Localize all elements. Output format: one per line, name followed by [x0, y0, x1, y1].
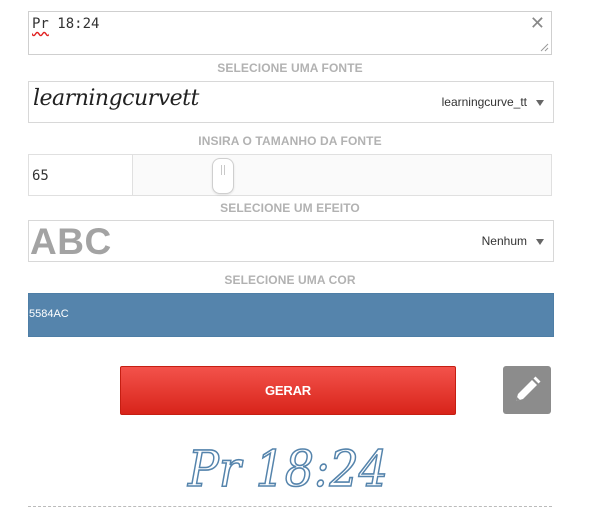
resize-grip-icon[interactable] [540, 43, 549, 52]
generated-preview: Pr 18:24 [186, 439, 389, 496]
caret-down-icon [536, 239, 544, 245]
text-input-value-misspelled: Pr [32, 16, 49, 32]
effect-preview: ABC [30, 221, 112, 262]
text-input-value-rest: 18:24 [48, 16, 100, 32]
font-section-label: SELECIONE UMA FONTE [217, 61, 363, 75]
font-size-value: 65 [32, 168, 49, 184]
font-size-slider-handle[interactable] [212, 158, 234, 194]
pencil-icon [516, 376, 541, 401]
size-section-label: INSIRA O TAMANHO DA FONTE [198, 134, 382, 148]
page: Pr 18:24 ✕ SELECIONE UMA FONTE learningc… [0, 0, 593, 508]
effect-select[interactable]: ABC Nenhum [28, 220, 554, 262]
font-size-control: 65 [28, 154, 552, 196]
font-select-value: learningcurve_tt [441, 95, 527, 109]
text-input[interactable]: Pr 18:24 ✕ [28, 11, 552, 55]
font-preview: learningcurvett [33, 86, 199, 111]
effect-select-value: Nenhum [481, 234, 527, 248]
color-section-label: SELECIONE UMA COR [224, 273, 356, 287]
edit-button[interactable] [503, 366, 551, 414]
effect-section-label: SELECIONE UM EFEITO [220, 201, 360, 215]
close-icon[interactable]: ✕ [530, 13, 545, 34]
color-value: 5584AC [29, 308, 69, 320]
text-input-value: Pr 18:24 [32, 16, 99, 32]
color-picker[interactable]: 5584AC [28, 293, 554, 337]
divider [28, 506, 552, 507]
font-select[interactable]: learningcurvett learningcurve_tt [28, 81, 554, 123]
generated-preview-text: Pr 18:24 [187, 440, 388, 496]
generate-button[interactable]: GERAR [120, 366, 456, 415]
caret-down-icon [536, 100, 544, 106]
font-size-input[interactable]: 65 [29, 155, 133, 195]
